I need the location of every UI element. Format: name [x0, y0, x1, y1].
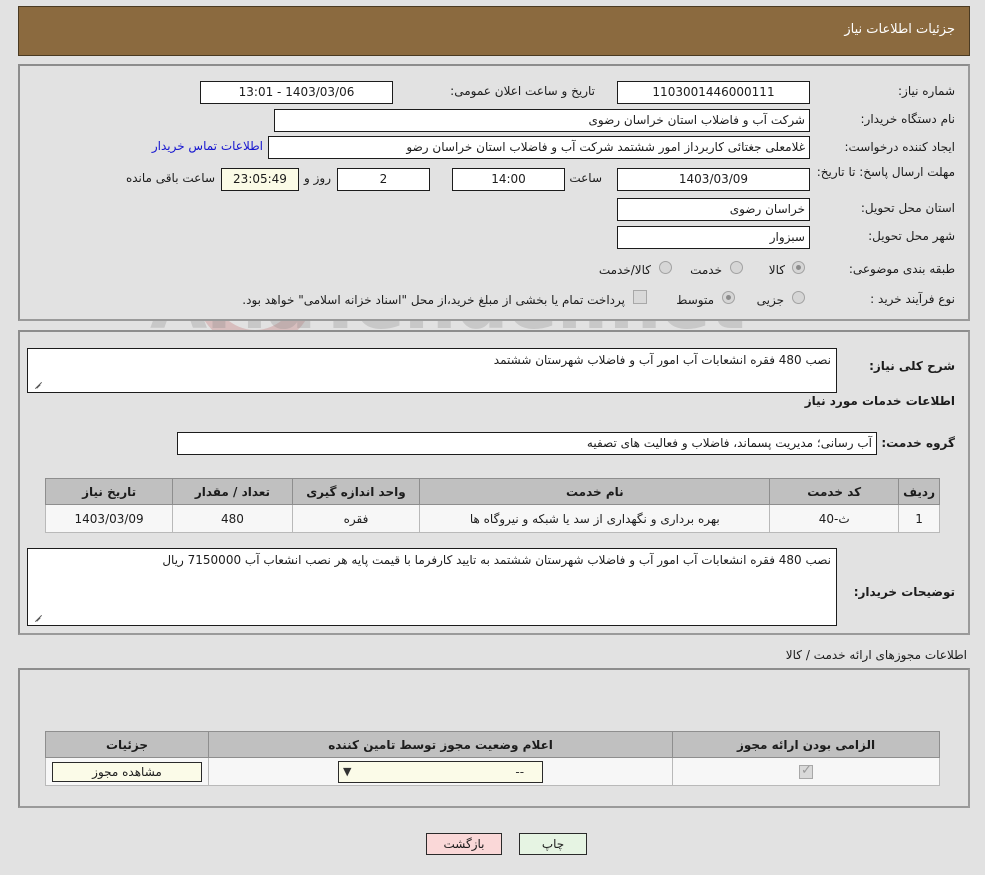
- back-button[interactable]: بازگشت: [426, 833, 502, 855]
- radio-label-kala: کالا: [768, 263, 785, 277]
- label-need-number: شماره نیاز:: [898, 84, 955, 98]
- window-title-bar: جزئیات اطلاعات نیاز: [18, 6, 970, 56]
- services-table: ردیف کد خدمت نام خدمت واحد اندازه گیری ت…: [44, 478, 940, 533]
- label-hours-remaining: ساعت باقی مانده: [125, 171, 215, 185]
- need-number-field[interactable]: 1103001446000111: [617, 81, 810, 104]
- services-table-header-row: ردیف کد خدمت نام خدمت واحد اندازه گیری ت…: [44, 478, 940, 505]
- buyer-contact-link[interactable]: اطلاعات تماس خریدار: [152, 139, 263, 153]
- cell-permit-required: [672, 757, 940, 786]
- need-description-resize-handle[interactable]: [33, 378, 43, 388]
- cell-need-date: 1403/03/09: [44, 504, 174, 533]
- treasury-documents-checkbox[interactable]: [633, 290, 647, 304]
- view-permit-button[interactable]: مشاهده مجوز: [52, 761, 202, 782]
- radio-subject-category-kala[interactable]: [792, 261, 805, 274]
- cell-row-no: 1: [898, 504, 940, 533]
- th-row-no: ردیف: [898, 478, 940, 505]
- label-service-group: گروه خدمت:: [881, 436, 955, 450]
- public-announce-datetime-field[interactable]: 1403/03/06 - 13:01: [200, 81, 393, 104]
- th-permit-details: جزئیات: [44, 731, 210, 758]
- print-button[interactable]: چاپ: [519, 833, 587, 855]
- request-creator-field[interactable]: غلامعلی جغتائی کاربرداز امور ششتمد شرکت …: [268, 136, 810, 159]
- th-service-code: کد خدمت: [769, 478, 900, 505]
- cell-service-code: ث-40: [769, 504, 900, 533]
- th-permit-status: اعلام وضعیت مجوز توسط تامین کننده: [208, 731, 674, 758]
- label-delivery-province: استان محل تحویل:: [860, 201, 955, 215]
- days-remaining-field[interactable]: 2: [337, 168, 430, 191]
- permit-required-checkbox: [799, 763, 814, 779]
- permits-table-header-row: الزامی بودن ارائه مجوز اعلام وضعیت مجوز …: [44, 731, 940, 758]
- page-title: جزئیات اطلاعات نیاز: [844, 22, 955, 37]
- response-deadline-hour-field[interactable]: 14:00: [452, 168, 565, 191]
- label-buyer-notes: توضیحات خریدار:: [853, 585, 955, 599]
- label-delivery-city: شهر محل تحویل:: [868, 229, 955, 243]
- response-deadline-date-field[interactable]: 1403/03/09: [617, 168, 810, 191]
- label-purchase-process-type: نوع فرآیند خرید :: [870, 292, 955, 306]
- label-public-announce-datetime: تاریخ و ساعت اعلان عمومی:: [450, 84, 595, 98]
- table-row: ▼ -- مشاهده مجوز: [44, 757, 940, 786]
- table-row: 1 ث-40 بهره برداری و نگهداری از سد یا شب…: [44, 504, 940, 533]
- need-description-textarea[interactable]: نصب 480 فقره انشعابات آب امور آب و فاضلا…: [27, 348, 837, 393]
- label-need-description: شرح کلی نیاز:: [869, 359, 955, 373]
- permit-status-dropdown[interactable]: ▼ --: [338, 760, 544, 783]
- permit-status-selected-value: --: [515, 764, 525, 779]
- delivery-city-field[interactable]: سبزوار: [617, 226, 810, 249]
- th-quantity: تعداد / مقدار: [172, 478, 293, 505]
- radio-label-motevaset: متوسط: [676, 293, 714, 307]
- permits-table: الزامی بودن ارائه مجوز اعلام وضعیت مجوز …: [44, 731, 940, 786]
- th-unit: واحد اندازه گیری: [291, 478, 421, 505]
- cell-service-name: بهره برداری و نگهداری از سد یا شبکه و نی…: [419, 504, 771, 533]
- treasury-documents-label: پرداخت تمام یا بخشی از مبلغ خرید،از محل …: [242, 293, 625, 307]
- th-permit-required: الزامی بودن ارائه مجوز: [672, 731, 940, 758]
- radio-subject-category-khedmat[interactable]: [730, 261, 743, 274]
- service-group-field[interactable]: آب رسانی؛ مدیریت پسماند، فاضلاب و فعالیت…: [177, 432, 877, 455]
- chevron-down-icon: ▼: [343, 764, 352, 778]
- radio-label-khedmat: خدمت: [690, 263, 722, 277]
- permits-section-title: اطلاعات مجوزهای ارائه خدمت / کالا: [785, 648, 967, 662]
- th-need-date: تاریخ نیاز: [44, 478, 174, 505]
- radio-process-jozi[interactable]: [792, 291, 805, 304]
- need-info-panel: [18, 64, 970, 321]
- services-section-title: اطلاعات خدمات مورد نیاز: [804, 394, 955, 408]
- cell-unit: فقره: [291, 504, 421, 533]
- radio-label-jozi: جزیی: [756, 293, 784, 307]
- th-service-name: نام خدمت: [419, 478, 771, 505]
- buyer-org-field[interactable]: شرکت آب و فاضلاب استان خراسان رضوی: [274, 109, 810, 132]
- cell-permit-details: مشاهده مجوز: [44, 757, 210, 786]
- label-subject-category: طبقه بندی موضوعی:: [848, 262, 955, 276]
- buyer-notes-textarea[interactable]: نصب 480 فقره انشعابات آب امور آب و فاضلا…: [27, 548, 837, 626]
- label-request-creator: ایجاد کننده درخواست:: [844, 140, 955, 154]
- cell-quantity: 480: [172, 504, 293, 533]
- radio-subject-category-kala-khedmat[interactable]: [659, 261, 672, 274]
- label-hour: ساعت: [569, 171, 602, 185]
- buyer-notes-resize-handle[interactable]: [33, 611, 43, 621]
- radio-label-kala-khedmat: کالا/خدمت: [598, 263, 651, 277]
- radio-process-motevaset[interactable]: [722, 291, 735, 304]
- label-day-and: روز و: [304, 171, 331, 185]
- label-buyer-org: نام دستگاه خریدار:: [860, 112, 956, 126]
- cell-permit-status: ▼ --: [208, 757, 674, 786]
- page-root: AriaTender.net جزئیات اطلاعات نیاز شماره…: [0, 0, 985, 875]
- label-response-deadline: مهلت ارسال پاسخ: تا تاریخ:: [816, 165, 955, 179]
- delivery-province-field[interactable]: خراسان رضوی: [617, 198, 810, 221]
- time-remaining-field: 23:05:49: [221, 168, 299, 191]
